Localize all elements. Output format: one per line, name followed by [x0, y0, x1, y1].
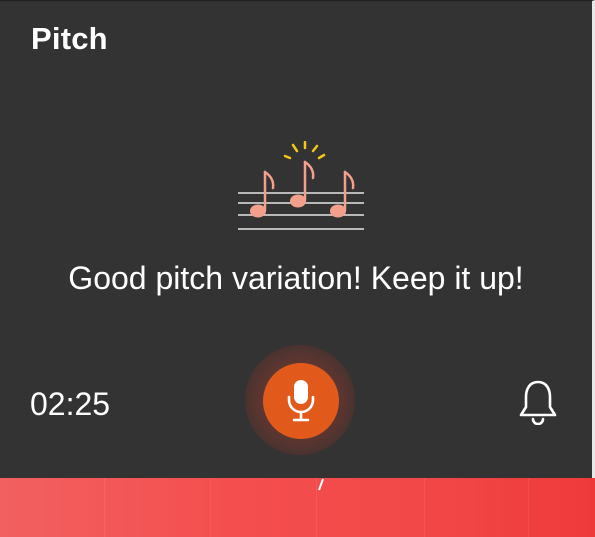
music-notes-icon: [238, 141, 364, 230]
elapsed-timer: 02:25: [30, 386, 111, 422]
pitch-coach-window: Pitch Good pitch variation! Keep it up! …: [0, 0, 595, 537]
bar-segment: [210, 478, 211, 537]
microphone-icon: [287, 380, 315, 422]
bar-segment: [104, 478, 105, 537]
pitch-panel: Pitch Good pitch variation! Keep it up! …: [0, 0, 595, 478]
notification-button[interactable]: [516, 379, 560, 426]
bar-segment: [528, 478, 529, 537]
bar-segment: [424, 478, 425, 537]
slash-mark-icon: [318, 478, 324, 491]
bell-icon: [519, 380, 557, 426]
panel-title: Pitch: [31, 21, 108, 56]
microphone-button[interactable]: [263, 363, 339, 439]
bottom-status-bar: [0, 478, 595, 537]
feedback-message: Good pitch variation! Keep it up!: [68, 260, 524, 296]
